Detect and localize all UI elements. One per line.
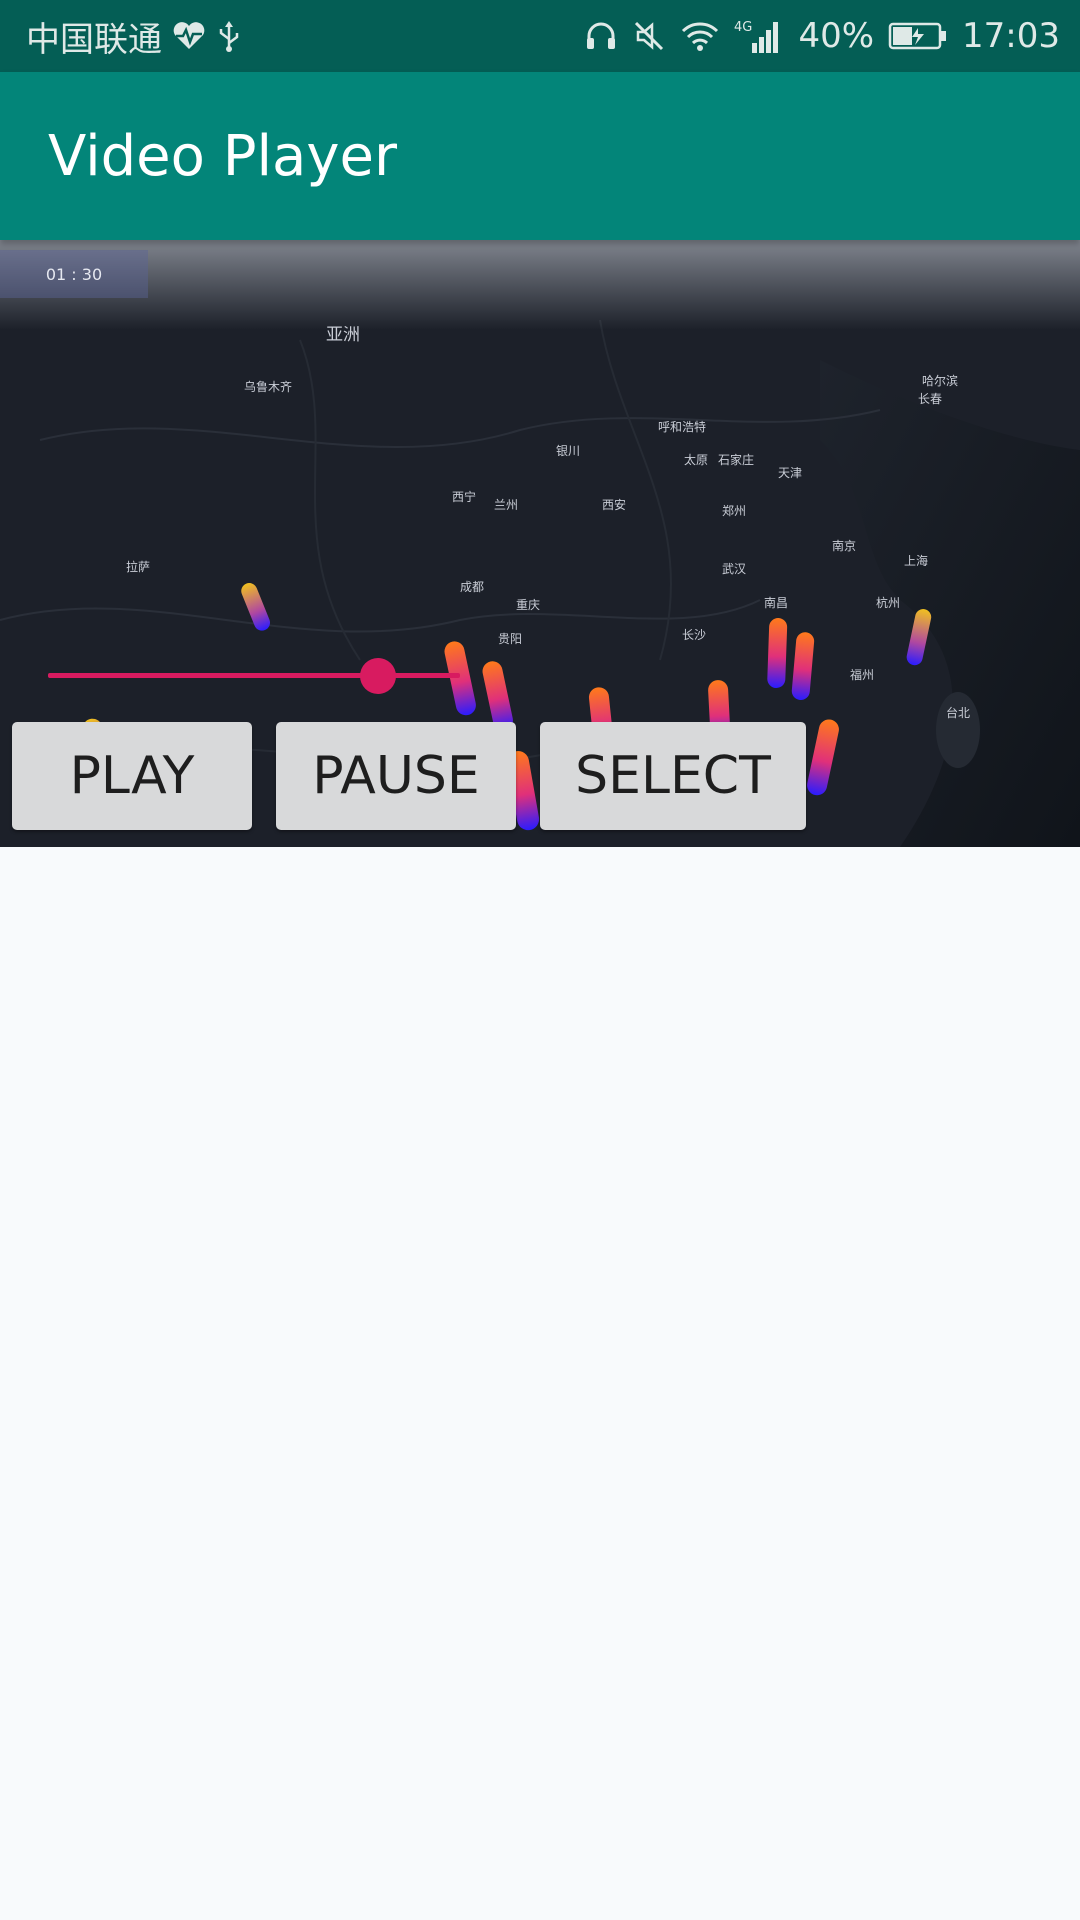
map-label-asia: 亚洲 xyxy=(326,325,360,345)
map-label-urumqi: 乌鲁木齐 xyxy=(244,380,293,394)
wifi-icon xyxy=(680,19,720,53)
usb-icon xyxy=(216,19,242,53)
map-label-lanzhou: 兰州 xyxy=(494,498,519,512)
play-button[interactable]: PLAY xyxy=(12,722,252,830)
network-type-label: 4G xyxy=(734,20,752,35)
select-button[interactable]: SELECT xyxy=(540,722,806,830)
seek-bar[interactable] xyxy=(48,652,460,700)
map-label-zhengzhou: 郑州 xyxy=(722,504,747,518)
content-area xyxy=(0,847,1080,1920)
status-right: 4G 40% 17:03 xyxy=(584,0,1060,72)
carrier-name: 中国联通 xyxy=(26,19,162,60)
map-label-chengdu: 成都 xyxy=(460,580,485,594)
map-label-lhasa: 拉萨 xyxy=(126,560,151,574)
battery-percent: 40% xyxy=(798,16,875,56)
map-label-tianjin: 天津 xyxy=(778,466,803,480)
map-label-taipei: 台北 xyxy=(946,706,971,720)
app-bar: Video Player xyxy=(0,72,1080,240)
signal-icon: 4G xyxy=(734,17,784,55)
status-bar: 中国联通 4G 40% 17:03 xyxy=(0,0,1080,72)
map-label-shanghai: 上海 xyxy=(904,554,929,568)
map-label-nanjing: 南京 xyxy=(832,539,857,553)
map-label-xian: 西安 xyxy=(602,498,627,512)
heart-pulse-icon xyxy=(172,21,206,51)
clock: 17:03 xyxy=(962,16,1060,56)
map-label-yinchuan: 银川 xyxy=(556,444,581,458)
map-label-fuzhou: 福州 xyxy=(850,668,875,682)
map-label-wuhan: 武汉 xyxy=(722,562,747,576)
map-label-hohhot: 呼和浩特 xyxy=(658,420,707,434)
battery-charging-icon xyxy=(888,21,948,51)
map-label-guiyang: 贵阳 xyxy=(498,632,523,646)
map-label-hangzhou: 杭州 xyxy=(876,596,901,610)
map-label-harbin: 哈尔滨 xyxy=(922,374,959,388)
map-label-chongqing: 重庆 xyxy=(516,598,541,612)
map-label-taiyuan: 太原 xyxy=(684,453,709,467)
status-left: 中国联通 xyxy=(26,0,242,72)
map-label-nanchang: 南昌 xyxy=(764,596,789,610)
map-label-xining: 西宁 xyxy=(452,490,477,504)
headphones-icon xyxy=(584,19,618,53)
map-label-changsha: 长沙 xyxy=(682,628,707,642)
map-label-shijiazhuang: 石家庄 xyxy=(718,453,755,467)
pause-button[interactable]: PAUSE xyxy=(276,722,516,830)
mute-icon xyxy=(632,19,666,53)
app-title: Video Player xyxy=(48,124,397,189)
map-label-changchun: 长春 xyxy=(918,392,943,406)
seek-thumb[interactable] xyxy=(359,658,396,694)
video-timestamp: 01 : 30 xyxy=(0,250,148,298)
seek-track[interactable] xyxy=(48,673,460,678)
